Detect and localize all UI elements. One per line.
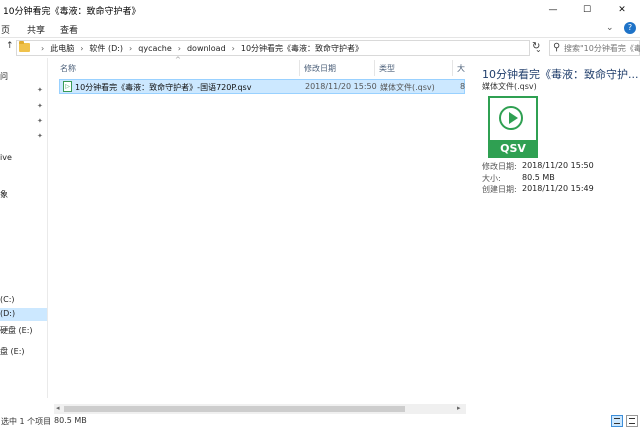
play-icon <box>499 106 523 130</box>
file-name: 10分钟看完《毒液：致命守护者》-国语720P.qsv <box>75 83 252 92</box>
qsv-label: QSV <box>488 140 538 158</box>
nav-item-pinned[interactable]: ✦ <box>0 132 47 145</box>
column-header-type[interactable]: 类型 <box>379 63 395 74</box>
horizontal-scrollbar[interactable]: ◂ ▸ <box>54 404 466 414</box>
file-date: 2018/11/20 15:50 <box>305 82 377 91</box>
nav-item-pinned[interactable]: ✦ <box>0 86 47 99</box>
scroll-right-icon[interactable]: ▸ <box>457 404 461 412</box>
address-row: ↑ › 此电脑 › 软件 (D:) › qycache › download ›… <box>0 38 640 58</box>
nav-item-drive-c[interactable]: (C:) <box>0 294 47 307</box>
maximize-icon: ☐ <box>582 5 592 15</box>
column-divider[interactable] <box>452 60 453 76</box>
qsv-file-icon: ▷ <box>63 81 72 92</box>
tab-home[interactable]: 页 <box>1 23 10 36</box>
search-input[interactable] <box>564 42 640 54</box>
pin-icon: ✦ <box>37 86 43 94</box>
prop-value-created: 2018/11/20 15:49 <box>522 184 594 193</box>
nav-item-label: 硬盘 (E:) <box>0 326 33 335</box>
folder-icon <box>19 41 30 52</box>
details-view-icon <box>614 418 620 424</box>
nav-item-label: 象 <box>0 190 8 199</box>
search-box[interactable]: ⚲ <box>549 40 640 56</box>
sort-ascending-icon: ^ <box>175 56 181 64</box>
scrollbar-thumb[interactable] <box>64 406 405 412</box>
pin-icon: ✦ <box>37 117 43 125</box>
nav-item-quick-access[interactable]: 问 <box>0 70 47 83</box>
breadcrumb-separator: › <box>41 44 45 53</box>
close-icon: ✕ <box>618 5 626 15</box>
nav-item-objects[interactable]: 象 <box>0 188 47 201</box>
status-selection: 选中 1 个项目 <box>1 417 52 426</box>
qsv-file-icon: QSV <box>488 96 538 158</box>
breadcrumb-separator[interactable]: › <box>80 44 83 53</box>
prop-label-size: 大小: <box>482 174 501 183</box>
column-header-size[interactable]: 大 <box>457 63 465 74</box>
column-divider[interactable] <box>299 60 300 76</box>
nav-item-pinned[interactable]: ✦ <box>0 102 47 115</box>
breadcrumb-current-folder[interactable]: 10分钟看完《毒液：致命守护者》 <box>241 43 363 54</box>
status-bar: 选中 1 个项目 80.5 MB <box>0 414 640 429</box>
address-bar[interactable]: › 此电脑 › 软件 (D:) › qycache › download › 1… <box>16 40 542 56</box>
large-icons-view-button[interactable] <box>626 415 638 427</box>
details-view-button[interactable] <box>611 415 623 427</box>
pin-icon: ✦ <box>37 102 43 110</box>
search-icon: ⚲ <box>553 42 561 53</box>
column-header-date[interactable]: 修改日期 <box>304 63 336 74</box>
preview-pane: 10分钟看完《毒液：致命守护... 媒体文件(.qsv) QSV 修改日期: 2… <box>474 58 640 404</box>
minimize-button[interactable]: — <box>536 0 570 20</box>
expand-ribbon-chevron-icon[interactable]: ⌄ <box>606 23 614 33</box>
pin-icon: ✦ <box>37 132 43 140</box>
column-header-name[interactable]: 名称 <box>60 63 76 74</box>
breadcrumb-download[interactable]: download <box>187 44 226 53</box>
nav-item-onedrive[interactable]: ive <box>0 152 47 165</box>
nav-item-label: 问 <box>0 72 8 81</box>
breadcrumb-separator[interactable]: › <box>178 44 181 53</box>
prop-label-created: 创建日期: <box>482 185 517 194</box>
large-icons-view-icon <box>629 418 635 424</box>
tab-view[interactable]: 查看 <box>60 23 78 36</box>
scroll-left-icon[interactable]: ◂ <box>56 404 60 412</box>
breadcrumb-separator[interactable]: › <box>232 44 235 53</box>
navigation-pane: 问 ✦ ✦ ✦ ✦ ive 象 (C:) (D:) 硬盘 (E:) 盘 (E:) <box>0 58 48 398</box>
breadcrumb-this-pc[interactable]: 此电脑 <box>50 43 74 54</box>
nav-item-drive-e-removable[interactable]: 盘 (E:) <box>0 345 47 358</box>
breadcrumb-separator[interactable]: › <box>129 44 132 53</box>
help-icon[interactable]: ? <box>624 22 636 34</box>
tab-share[interactable]: 共享 <box>27 23 45 36</box>
nav-item-pinned[interactable]: ✦ <box>0 117 47 130</box>
minimize-icon: — <box>548 5 558 15</box>
file-type: 媒体文件(.qsv) <box>380 83 435 92</box>
file-size: 8 <box>460 82 466 91</box>
file-list: 名称 ^ 修改日期 类型 大 ▷ 10分钟看完《毒液：致命守护者》-国语720P… <box>54 56 466 404</box>
nav-item-drive-e[interactable]: 硬盘 (E:) <box>0 324 47 337</box>
column-divider[interactable] <box>374 60 375 76</box>
nav-item-label: (C:) <box>0 295 15 304</box>
preview-file-type: 媒体文件(.qsv) <box>482 82 537 91</box>
prop-label-modified: 修改日期: <box>482 162 517 171</box>
nav-item-drive-d[interactable]: (D:) <box>0 308 47 321</box>
nav-item-label: (D:) <box>0 309 16 318</box>
maximize-button[interactable]: ☐ <box>570 0 604 20</box>
window-title: 10分钟看完《毒液：致命守护者》 <box>3 7 141 17</box>
close-button[interactable]: ✕ <box>605 0 639 20</box>
title-bar: 10分钟看完《毒液：致命守护者》 — ☐ ✕ <box>0 0 640 20</box>
status-size: 80.5 MB <box>54 416 87 425</box>
table-row[interactable]: ▷ 10分钟看完《毒液：致命守护者》-国语720P.qsv 2018/11/20… <box>59 79 465 94</box>
nav-item-label: 盘 (E:) <box>0 347 25 356</box>
refresh-icon[interactable]: ↻ <box>532 41 540 52</box>
nav-item-label: ive <box>0 153 12 162</box>
prop-value-size: 80.5 MB <box>522 173 555 182</box>
up-arrow-icon[interactable]: ↑ <box>6 41 14 51</box>
prop-value-modified: 2018/11/20 15:50 <box>522 161 594 170</box>
ribbon-tabs: 页 共享 查看 ⌄ ? <box>0 20 640 38</box>
breadcrumb-drive-d[interactable]: 软件 (D:) <box>89 43 123 54</box>
preview-title: 10分钟看完《毒液：致命守护... <box>482 68 639 81</box>
breadcrumb: › 此电脑 › 软件 (D:) › qycache › download › 1… <box>35 43 363 54</box>
breadcrumb-qycache[interactable]: qycache <box>138 44 172 53</box>
